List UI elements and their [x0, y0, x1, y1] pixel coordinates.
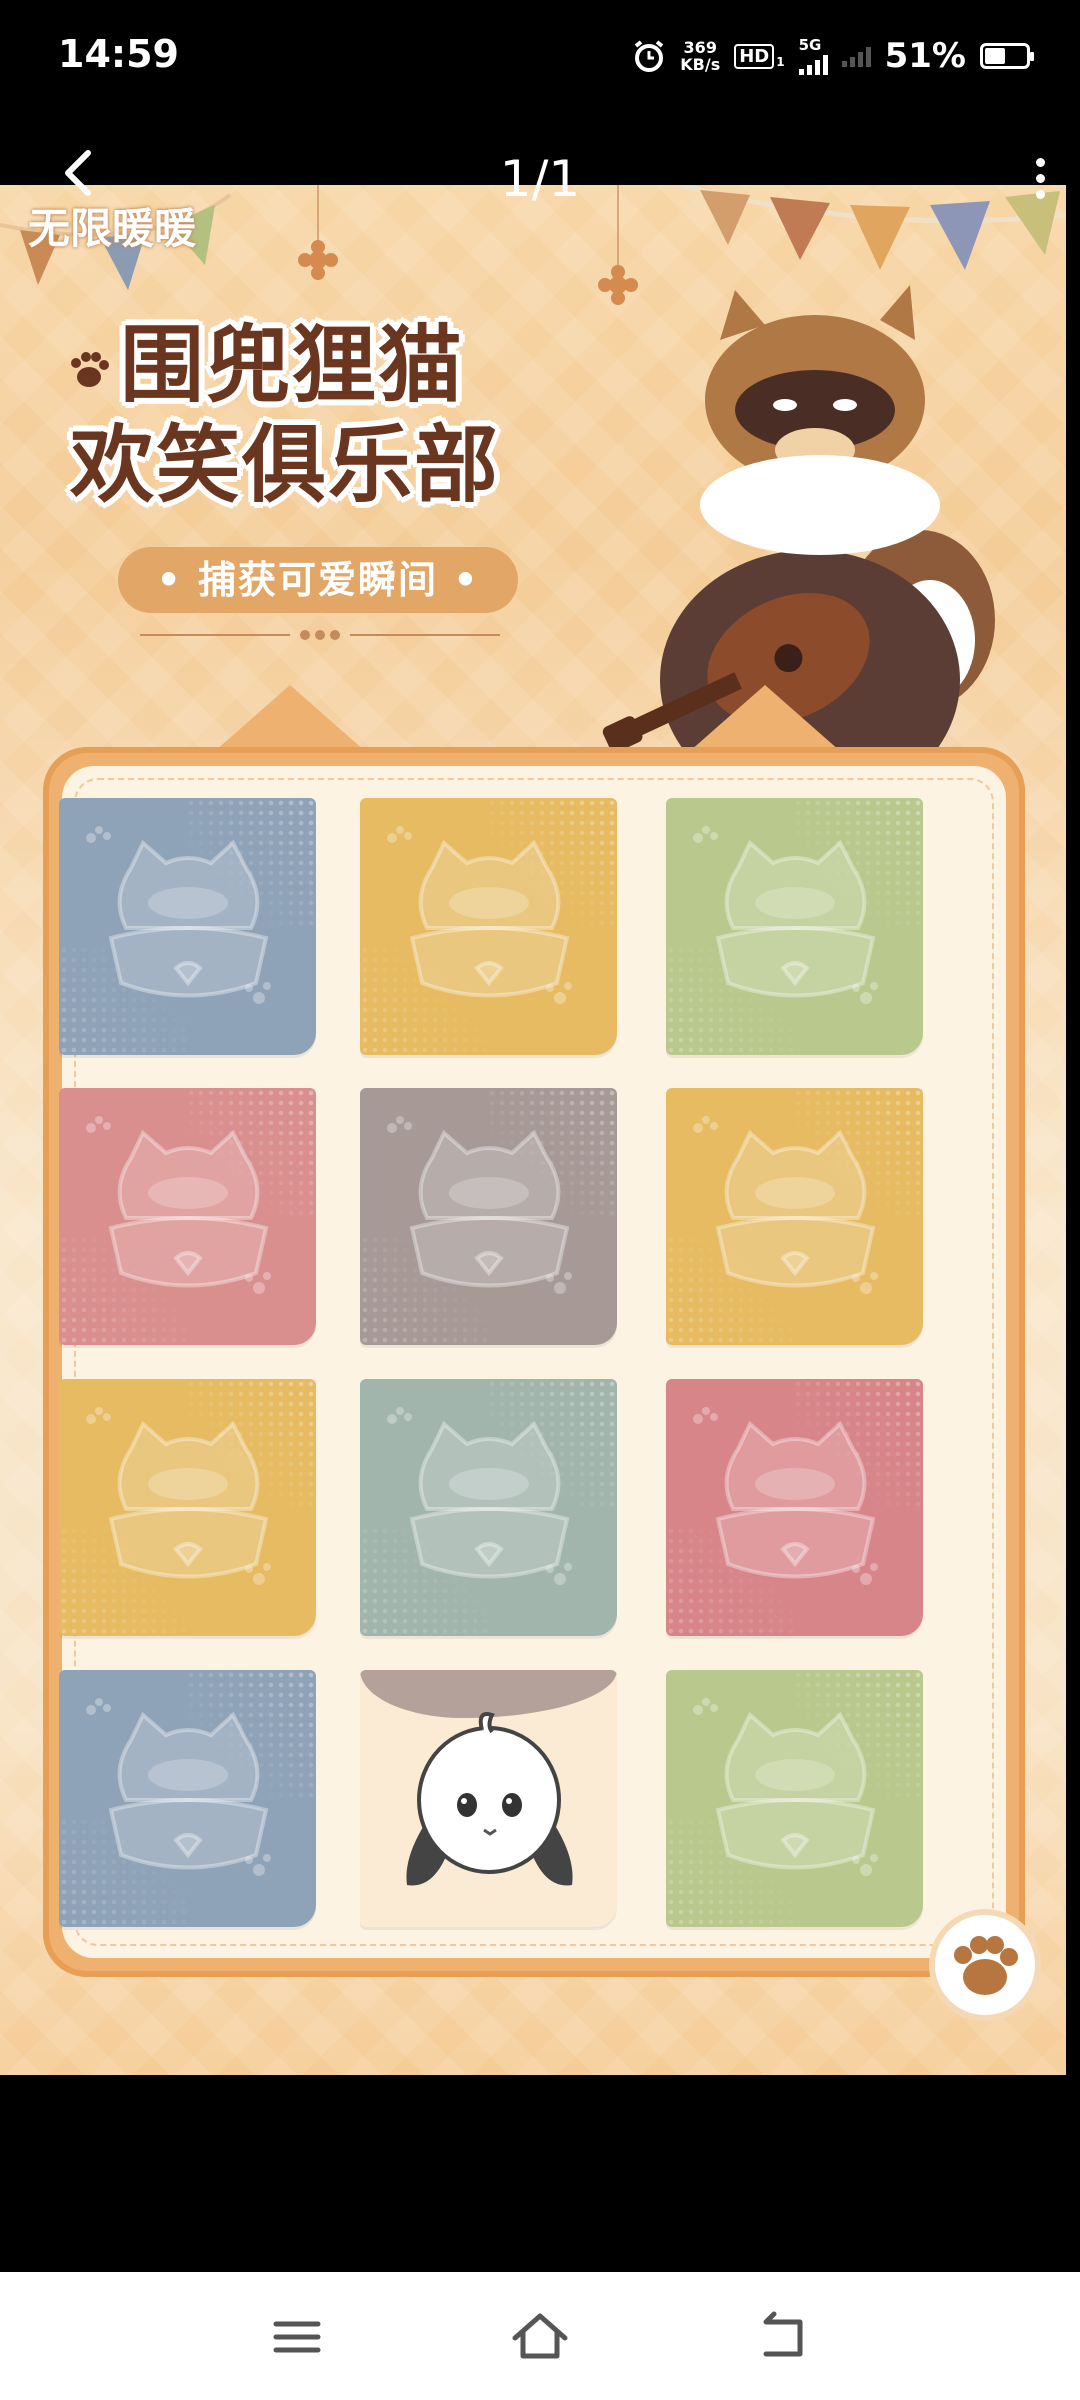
tanuki-silhouette-icon — [693, 1116, 878, 1294]
paw-icon — [954, 1936, 1018, 1995]
status-time: 14:59 — [58, 32, 179, 76]
revealed-card[interactable] — [360, 1670, 617, 1927]
network-type: 5G — [798, 35, 822, 54]
hidden-card[interactable] — [360, 1379, 617, 1636]
signal-5g: 5G — [798, 35, 828, 75]
hd-badge: HD — [734, 43, 775, 69]
tanuki-silhouette-icon — [387, 1116, 572, 1294]
hidden-card[interactable] — [360, 798, 617, 1055]
home-icon[interactable] — [505, 2302, 575, 2372]
signal-bars-secondary-icon — [841, 45, 871, 67]
back-icon[interactable] — [748, 2302, 818, 2372]
status-icons: 369 KB/s HD 1 5G 51% — [632, 35, 1034, 76]
hidden-card[interactable] — [59, 1670, 316, 1927]
hidden-card[interactable] — [59, 798, 316, 1055]
tanuki-silhouette-icon — [693, 1407, 878, 1585]
title-line-1: 围兜狸猫 — [120, 316, 465, 414]
battery-percent: 51% — [884, 36, 966, 76]
tanuki-silhouette-icon — [387, 826, 572, 1004]
hd-sub: 1 — [776, 54, 785, 69]
bunny-icon — [406, 1712, 573, 1886]
paw-button[interactable] — [935, 1915, 1035, 2015]
signal-bars-icon — [798, 53, 828, 75]
tanuki-silhouette-icon — [86, 1698, 271, 1876]
status-bar: 14:59 369 KB/s HD 1 5G 51% — [0, 0, 1080, 120]
network-speed-value: 369 — [683, 38, 717, 57]
hidden-card[interactable] — [666, 1379, 923, 1636]
event-title: 围兜狸猫 欢笑俱乐部 — [70, 315, 590, 515]
tanuki-silhouette-icon — [693, 826, 878, 1004]
tanuki-silhouette-icon — [693, 1698, 878, 1876]
hd-indicator: HD 1 — [734, 43, 785, 69]
hidden-card[interactable] — [360, 1088, 617, 1345]
more-options-icon[interactable] — [1030, 158, 1050, 202]
tanuki-silhouette-icon — [86, 826, 271, 1004]
battery-icon — [980, 43, 1034, 69]
network-speed-unit: KB/s — [680, 55, 721, 74]
ornament-line — [140, 630, 500, 640]
poster-image: 无限暖暖 围兜狸猫 欢笑俱乐部 • 捕获可爱瞬间 • — [0, 185, 1066, 2075]
board-ear-right — [690, 685, 840, 751]
hidden-card[interactable] — [59, 1088, 316, 1345]
tanuki-silhouette-icon — [387, 1407, 572, 1585]
tanuki-silhouette-icon — [86, 1116, 271, 1294]
hidden-card[interactable] — [666, 1088, 923, 1345]
board-ear-left — [215, 685, 365, 751]
image-counter: 1/1 — [499, 150, 581, 208]
paw-icon — [71, 352, 109, 387]
subtitle-pill: • 捕获可爱瞬间 • — [118, 547, 518, 613]
hidden-card[interactable] — [666, 798, 923, 1055]
hidden-card[interactable] — [666, 1670, 923, 1927]
alarm-icon — [635, 40, 664, 72]
system-nav-bar — [0, 2272, 1080, 2400]
menu-icon[interactable] — [262, 2302, 332, 2372]
title-line-2: 欢笑俱乐部 — [70, 416, 501, 514]
hidden-card[interactable] — [59, 1379, 316, 1636]
image-viewer-header: 1/1 — [0, 120, 1080, 220]
network-speed: 369 KB/s — [680, 39, 720, 73]
tanuki-silhouette-icon — [86, 1407, 271, 1585]
